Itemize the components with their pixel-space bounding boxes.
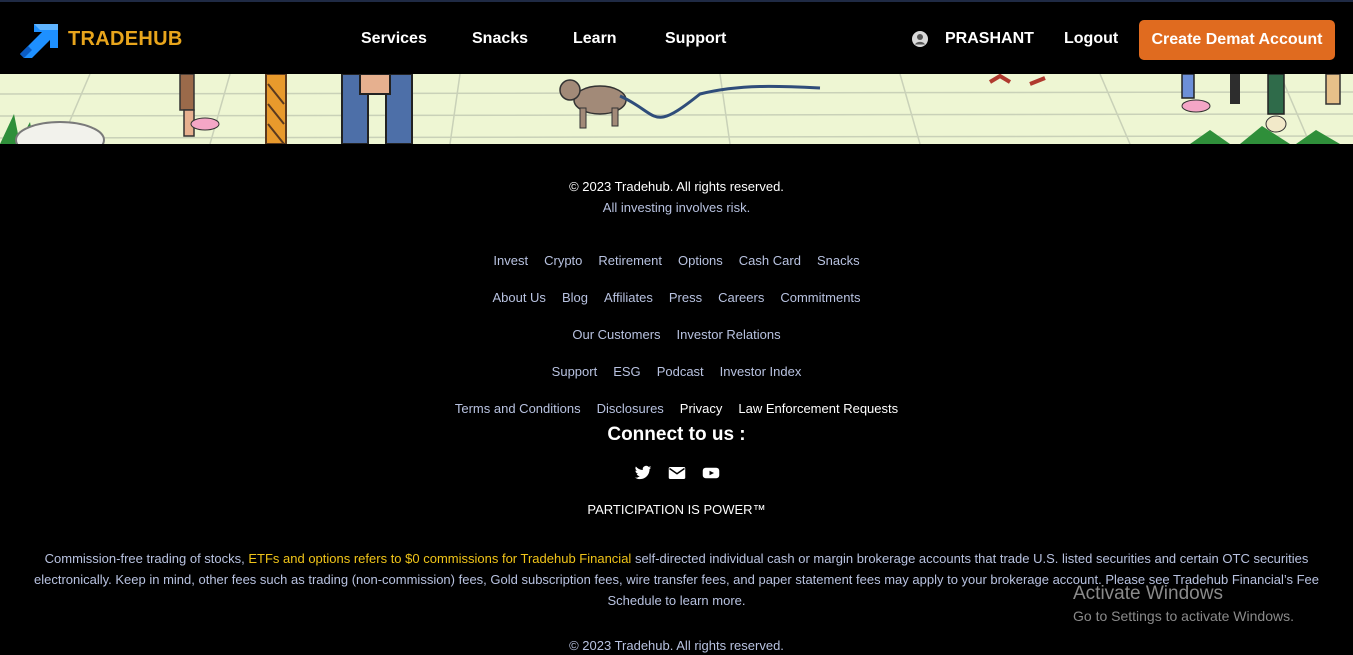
participation-tagline: PARTICIPATION IS POWER™ [587,502,766,517]
footer-link-podcast[interactable]: Podcast [657,364,704,379]
footer-link-law-enforcement[interactable]: Law Enforcement Requests [738,401,898,416]
social-links [0,464,1353,482]
youtube-icon[interactable] [702,464,720,482]
footer-links-row-3: Our Customers Investor Relations [0,327,1353,342]
activate-windows-title: Activate Windows [1073,583,1223,604]
risk-note: All investing involves risk. [602,200,751,215]
user-menu[interactable]: PRASHANT [912,30,1034,48]
user-name: PRASHANT [945,30,1034,47]
nav-learn[interactable]: Learn [573,30,617,48]
footer-link-esg[interactable]: ESG [613,364,640,379]
footer-link-invest[interactable]: Invest [493,253,528,268]
connect-heading: Connect to us : [607,424,746,445]
top-navbar: TRADEHUB Services Snacks Learn Support P… [0,0,1353,74]
activate-windows-watermark: Activate Windows Go to Settings to activ… [1073,583,1294,624]
nav-support[interactable]: Support [665,30,726,48]
email-icon[interactable] [668,464,686,482]
footer-link-privacy[interactable]: Privacy [680,401,723,416]
hero-illustration [0,74,1353,144]
create-demat-account-button[interactable]: Create Demat Account [1139,20,1335,60]
activate-windows-subtitle: Go to Settings to activate Windows. [1073,608,1294,624]
footer-link-disclosures[interactable]: Disclosures [597,401,664,416]
footer-link-retirement[interactable]: Retirement [598,253,662,268]
nav-snacks[interactable]: Snacks [472,30,528,48]
footer-link-crypto[interactable]: Crypto [544,253,582,268]
footer-link-about-us[interactable]: About Us [492,290,545,305]
footer-link-options[interactable]: Options [678,253,723,268]
footer-links-row-5: Terms and Conditions Disclosures Privacy… [0,401,1353,416]
footer-link-terms[interactable]: Terms and Conditions [455,401,581,416]
footer-link-affiliates[interactable]: Affiliates [604,290,653,305]
footer-links-row-2: About Us Blog Affiliates Press Careers C… [0,290,1353,305]
street-scene-illustration [0,74,1353,144]
nav-services[interactable]: Services [361,30,427,48]
disclaimer-text-start: Commission-free trading of stocks, [44,551,249,566]
footer-copyright: © 2023 Tradehub. All rights reserved. [569,179,784,194]
footer-link-support[interactable]: Support [552,364,598,379]
footer-link-blog[interactable]: Blog [562,290,588,305]
twitter-icon[interactable] [634,464,652,482]
footer-link-investor-relations[interactable]: Investor Relations [677,327,781,342]
footer-link-snacks[interactable]: Snacks [817,253,860,268]
footer-link-press[interactable]: Press [669,290,702,305]
footer-link-our-customers[interactable]: Our Customers [572,327,660,342]
logout-link[interactable]: Logout [1064,30,1118,48]
footer-links-row-1: Invest Crypto Retirement Options Cash Ca… [0,253,1353,268]
footer-link-commitments[interactable]: Commitments [780,290,860,305]
footer-link-cash-card[interactable]: Cash Card [739,253,801,268]
footer-links-row-4: Support ESG Podcast Investor Index [0,364,1353,379]
user-avatar-icon [912,31,928,47]
footer-link-careers[interactable]: Careers [718,290,764,305]
footer-copyright-bottom: © 2023 Tradehub. All rights reserved. [569,638,784,653]
disclaimer-highlight-link[interactable]: ETFs and options refers to $0 commission… [248,551,631,566]
footer-link-investor-index[interactable]: Investor Index [720,364,802,379]
